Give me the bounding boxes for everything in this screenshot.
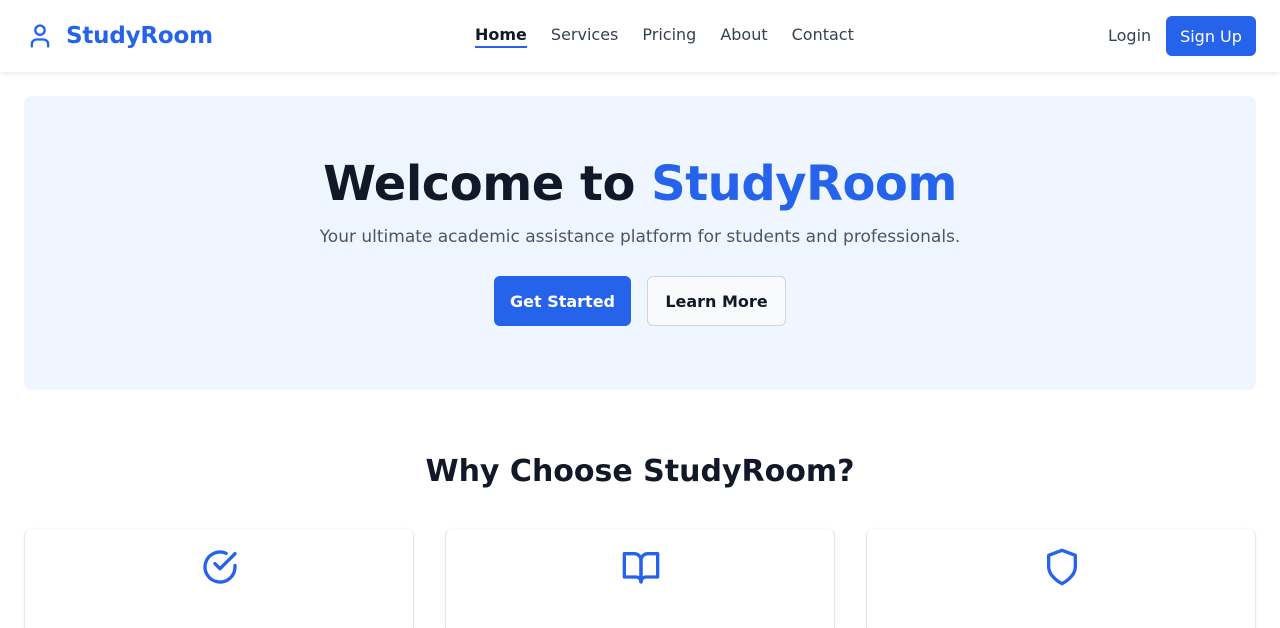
feature-card (24, 528, 414, 628)
hero-section: Welcome to StudyRoom Your ultimate acade… (24, 96, 1256, 390)
nav-link-contact[interactable]: Contact (792, 25, 854, 46)
features-title: Why Choose StudyRoom? (425, 454, 855, 489)
learn-more-button[interactable]: Learn More (647, 276, 786, 326)
sign-up-button[interactable]: Sign Up (1166, 16, 1256, 56)
navbar: StudyRoom Home Services Pricing About Co… (0, 0, 1280, 72)
shield-icon (1042, 547, 1082, 587)
hero-title: Welcome to StudyRoom (24, 152, 1256, 216)
feature-card (866, 528, 1256, 628)
login-link[interactable]: Login (1108, 26, 1151, 45)
brand-logo-link[interactable]: StudyRoom (26, 20, 213, 52)
nav-link-pricing[interactable]: Pricing (642, 25, 696, 46)
nav-link-services[interactable]: Services (551, 25, 618, 46)
hero-subtitle: Your ultimate academic assistance platfo… (319, 227, 961, 247)
hero-title-prefix: Welcome to (323, 156, 635, 212)
hero-actions: Get Started Learn More (494, 276, 786, 326)
brand-name: StudyRoom (66, 23, 213, 49)
nav-link-about[interactable]: About (720, 25, 767, 46)
book-open-icon (621, 547, 661, 587)
user-icon (26, 22, 54, 50)
get-started-button[interactable]: Get Started (494, 276, 631, 326)
check-circle-icon (200, 547, 240, 587)
hero-title-accent: StudyRoom (651, 156, 957, 212)
main-nav: Home Services Pricing About Contact (475, 25, 854, 48)
nav-link-home[interactable]: Home (475, 25, 527, 48)
feature-card (445, 528, 835, 628)
